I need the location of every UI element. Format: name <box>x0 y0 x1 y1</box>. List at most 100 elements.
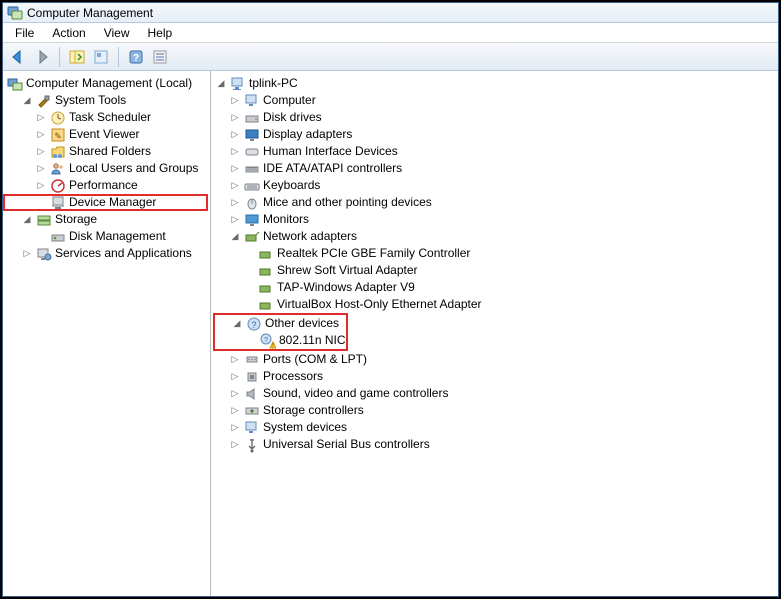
device-monitors[interactable]: ▷ Monitors <box>213 211 776 228</box>
expand-icon[interactable]: ▷ <box>229 422 241 434</box>
device-net-realtek[interactable]: Realtek PCIe GBE Family Controller <box>213 245 776 262</box>
device-ports[interactable]: ▷ Ports (COM & LPT) <box>213 351 776 368</box>
svg-text:?: ? <box>264 337 268 344</box>
expand-icon[interactable]: ▷ <box>229 405 241 417</box>
device-net-vbox[interactable]: VirtualBox Host-Only Ethernet Adapter <box>213 296 776 313</box>
show-hide-button[interactable] <box>66 46 88 68</box>
expand-icon[interactable]: ▷ <box>229 146 241 158</box>
expand-placeholder <box>243 299 255 311</box>
tree-event-viewer[interactable]: ▷ ✎ Event Viewer <box>5 126 208 143</box>
tree-disk-management[interactable]: Disk Management <box>5 228 208 245</box>
tree-label: Sound, video and game controllers <box>263 385 448 402</box>
tree-performance[interactable]: ▷ Performance <box>5 177 208 194</box>
device-disk-drives[interactable]: ▷ Disk drives <box>213 109 776 126</box>
device-network-adapters[interactable]: ◢ Network adapters <box>213 228 776 245</box>
expand-icon[interactable]: ▷ <box>229 163 241 175</box>
tree-storage[interactable]: ◢ Storage <box>5 211 208 228</box>
tree-label: Universal Serial Bus controllers <box>263 436 430 453</box>
device-processors[interactable]: ▷ Processors <box>213 368 776 385</box>
tree-label: Shared Folders <box>69 143 151 160</box>
tree-label: Processors <box>263 368 323 385</box>
tree-label: System devices <box>263 419 347 436</box>
help-button[interactable]: ? <box>125 46 147 68</box>
right-tree-pane: ◢ tplink-PC ▷ Computer ▷ Disk drives <box>211 71 778 596</box>
forward-button[interactable] <box>31 46 53 68</box>
mouse-icon <box>244 195 260 211</box>
ports-icon <box>244 352 260 368</box>
tree-label: Network adapters <box>263 228 357 245</box>
users-icon <box>50 161 66 177</box>
device-mice[interactable]: ▷ Mice and other pointing devices <box>213 194 776 211</box>
expand-icon[interactable]: ▷ <box>229 439 241 451</box>
expand-icon[interactable]: ▷ <box>229 112 241 124</box>
expand-icon[interactable]: ▷ <box>229 95 241 107</box>
tree-shared-folders[interactable]: ▷ Shared Folders <box>5 143 208 160</box>
device-root[interactable]: ◢ tplink-PC <box>213 75 776 92</box>
expand-placeholder <box>243 265 255 277</box>
expand-icon[interactable]: ▷ <box>35 112 47 124</box>
expand-icon[interactable]: ▷ <box>229 129 241 141</box>
tree-label: Event Viewer <box>69 126 139 143</box>
expand-icon[interactable]: ▷ <box>35 129 47 141</box>
nic-icon <box>258 263 274 279</box>
expand-placeholder <box>243 282 255 294</box>
expand-icon[interactable]: ▷ <box>229 388 241 400</box>
device-usb[interactable]: ▷ Universal Serial Bus controllers <box>213 436 776 453</box>
shared-folder-icon <box>50 144 66 160</box>
expand-icon[interactable]: ▷ <box>35 163 47 175</box>
device-ide[interactable]: ▷ IDE ATA/ATAPI controllers <box>213 160 776 177</box>
device-80211n-nic[interactable]: ? ! 802.11n NIC <box>215 332 346 349</box>
tree-local-users[interactable]: ▷ Local Users and Groups <box>5 160 208 177</box>
collapse-icon[interactable]: ◢ <box>229 231 241 243</box>
device-net-tap[interactable]: TAP-Windows Adapter V9 <box>213 279 776 296</box>
cpu-icon <box>244 369 260 385</box>
expand-placeholder <box>243 248 255 260</box>
titlebar: Computer Management <box>3 3 778 23</box>
device-net-shrew[interactable]: Shrew Soft Virtual Adapter <box>213 262 776 279</box>
device-display[interactable]: ▷ Display adapters <box>213 126 776 143</box>
device-hid[interactable]: ▷ Human Interface Devices <box>213 143 776 160</box>
disk-mgmt-icon <box>50 229 66 245</box>
collapse-icon[interactable]: ◢ <box>21 95 33 107</box>
device-other-devices[interactable]: ◢ ? Other devices <box>215 315 346 332</box>
back-button[interactable] <box>7 46 29 68</box>
device-system-devices[interactable]: ▷ System devices <box>213 419 776 436</box>
display-icon <box>244 127 260 143</box>
expand-icon[interactable]: ▷ <box>229 371 241 383</box>
expand-icon[interactable]: ▷ <box>35 180 47 192</box>
collapse-icon[interactable]: ◢ <box>231 318 243 330</box>
tree-label: VirtualBox Host-Only Ethernet Adapter <box>277 296 482 313</box>
device-storage-controllers[interactable]: ▷ Storage controllers <box>213 402 776 419</box>
menu-view[interactable]: View <box>96 24 138 42</box>
hid-icon <box>244 144 260 160</box>
tree-services-apps[interactable]: ▷ Services and Applications <box>5 245 208 262</box>
expand-icon[interactable]: ▷ <box>35 146 47 158</box>
tree-label: Computer Management (Local) <box>26 75 192 92</box>
expand-icon[interactable]: ▷ <box>21 248 33 260</box>
menu-action[interactable]: Action <box>44 24 93 42</box>
device-keyboards[interactable]: ▷ Keyboards <box>213 177 776 194</box>
device-sound[interactable]: ▷ Sound, video and game controllers <box>213 385 776 402</box>
device-computer[interactable]: ▷ Computer <box>213 92 776 109</box>
expand-icon[interactable]: ▷ <box>229 354 241 366</box>
expand-icon[interactable]: ▷ <box>229 197 241 209</box>
expand-icon[interactable]: ▷ <box>229 214 241 226</box>
tree-label: 802.11n NIC <box>279 332 346 349</box>
expand-icon[interactable]: ▷ <box>229 180 241 192</box>
refresh-button[interactable] <box>149 46 171 68</box>
tree-device-manager[interactable]: Device Manager <box>3 194 208 211</box>
performance-icon <box>50 178 66 194</box>
collapse-icon[interactable]: ◢ <box>215 78 227 90</box>
tree-system-tools[interactable]: ◢ System Tools <box>5 92 208 109</box>
system-icon <box>244 420 260 436</box>
expand-placeholder <box>245 335 257 347</box>
menu-file[interactable]: File <box>7 24 42 42</box>
menu-help[interactable]: Help <box>140 24 181 42</box>
collapse-icon[interactable]: ◢ <box>21 214 33 226</box>
sound-icon <box>244 386 260 402</box>
tree-root[interactable]: Computer Management (Local) <box>5 75 208 92</box>
svg-text:✎: ✎ <box>54 131 62 141</box>
tree-label: TAP-Windows Adapter V9 <box>277 279 415 296</box>
tree-task-scheduler[interactable]: ▷ Task Scheduler <box>5 109 208 126</box>
properties-button[interactable] <box>90 46 112 68</box>
